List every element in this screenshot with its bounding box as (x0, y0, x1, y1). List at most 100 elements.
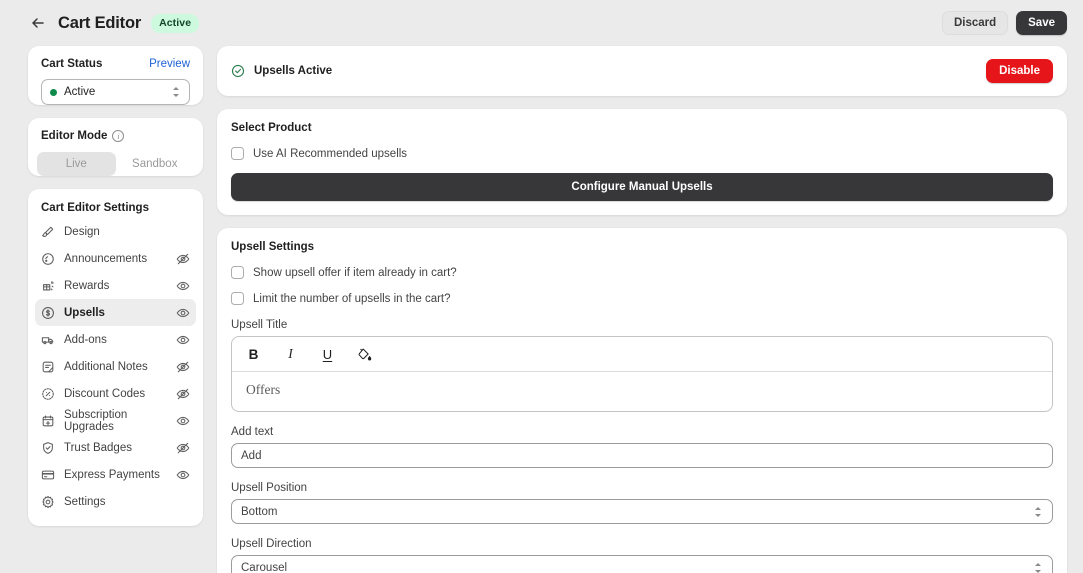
info-icon[interactable]: i (112, 130, 125, 142)
eye-off-icon[interactable] (176, 252, 190, 266)
top-bar-actions: Discard Save (941, 11, 1067, 35)
fill-color-icon[interactable] (357, 346, 372, 362)
show-upsell-offer-label: Show upsell offer if item already in car… (253, 266, 457, 279)
brush-icon (41, 225, 55, 239)
upsells-status-title: Upsells Active (254, 65, 333, 77)
sidebar-item-express-payments[interactable]: Express Payments (35, 461, 196, 488)
upsell-direction-value: Carousel (241, 561, 288, 573)
settings-nav-card: Cart Editor Settings Design Announcements… (28, 189, 203, 526)
limit-upsells-checkbox[interactable] (231, 292, 244, 305)
bold-icon[interactable]: B (246, 346, 261, 362)
sidebar-item-label: Announcements (64, 252, 148, 265)
eye-icon[interactable] (176, 333, 190, 347)
sidebar-item-label: Add-ons (64, 333, 107, 346)
note-icon (41, 360, 55, 374)
rich-text-toolbar: B I U (232, 337, 1052, 372)
save-button[interactable]: Save (1016, 11, 1067, 35)
sidebar-item-settings[interactable]: Settings (35, 488, 196, 515)
cart-status-header: Cart Status Preview (28, 46, 203, 70)
sidebar-item-announcements[interactable]: Announcements (35, 245, 196, 272)
top-bar: Cart Editor Active Discard Save (0, 0, 1083, 46)
sidebar-item-label: Trust Badges (64, 441, 132, 454)
upsell-title-input[interactable]: Offers (232, 372, 1052, 411)
limit-upsells-checkbox-row[interactable]: Limit the number of upsells in the cart? (231, 292, 1053, 305)
editor-mode-header: Editor Mode i (28, 118, 203, 142)
sidebar-item-trust-badges[interactable]: Trust Badges (35, 434, 196, 461)
sidebar-item-label: Rewards (64, 279, 110, 292)
sidebar-item-upsells[interactable]: Upsells (35, 299, 196, 326)
add-text-label: Add text (231, 426, 274, 438)
eye-icon[interactable] (176, 306, 190, 320)
arrow-left-icon[interactable] (28, 13, 48, 33)
upsell-position-select[interactable]: Bottom (231, 499, 1053, 524)
upsell-title-editor: B I U Offers (231, 336, 1053, 412)
content-area: Upsells Active Disable Select Product Us… (217, 46, 1067, 573)
upsell-title-label: Upsell Title (231, 319, 288, 331)
credit-card-icon (41, 468, 55, 482)
sidebar-item-label: Upsells (64, 306, 105, 319)
limit-upsells-label: Limit the number of upsells in the cart? (253, 292, 451, 305)
underline-icon[interactable]: U (320, 346, 335, 362)
sidebar-item-subscription-upgrades[interactable]: Subscription Upgrades (35, 407, 196, 434)
calendar-icon (41, 414, 55, 428)
chevron-updown-icon (172, 85, 181, 99)
cart-status-select[interactable]: Active (41, 79, 190, 105)
sidebar-item-add-ons[interactable]: Add-ons (35, 326, 196, 353)
eye-off-icon[interactable] (176, 441, 190, 455)
eye-off-icon[interactable] (176, 360, 190, 374)
eye-off-icon[interactable] (176, 387, 190, 401)
chevron-updown-icon (1034, 561, 1043, 573)
sidebar-item-label: Settings (64, 495, 106, 508)
sidebar-item-discount-codes[interactable]: Discount Codes (35, 380, 196, 407)
cart-status-value: Active (64, 86, 96, 98)
configure-manual-upsells-button[interactable]: Configure Manual Upsells (231, 173, 1053, 201)
upsell-position-label: Upsell Position (231, 482, 308, 494)
upsell-direction-label: Upsell Direction (231, 538, 312, 550)
discard-button[interactable]: Discard (941, 11, 1009, 35)
sidebar-item-label: Design (64, 225, 100, 238)
add-text-input[interactable] (231, 443, 1053, 468)
page-title: Cart Editor (58, 13, 142, 32)
italic-icon[interactable]: I (283, 346, 298, 362)
upsells-status-row: Upsells Active Disable (217, 46, 1067, 96)
sidebar-item-label: Additional Notes (64, 360, 148, 373)
editor-mode-sandbox[interactable]: Sandbox (116, 152, 195, 176)
preview-link[interactable]: Preview (149, 58, 190, 70)
settings-nav-list: Design Announcements Rewards Upsells Add-ons… (28, 218, 203, 526)
select-product-title: Select Product (231, 122, 312, 134)
editor-mode-card: Editor Mode i Live Sandbox (28, 118, 203, 176)
eye-icon[interactable] (176, 279, 190, 293)
sidebar-item-rewards[interactable]: Rewards (35, 272, 196, 299)
gear-icon (41, 495, 55, 509)
upsell-settings-body: Upsell Settings Show upsell offer if ite… (217, 228, 1067, 573)
upsell-direction-select[interactable]: Carousel (231, 555, 1053, 573)
upsell-settings-title: Upsell Settings (231, 241, 315, 253)
sidebar-item-label: Discount Codes (64, 387, 146, 400)
editor-mode-live[interactable]: Live (37, 152, 116, 176)
eye-icon[interactable] (176, 414, 190, 428)
show-upsell-offer-checkbox-row[interactable]: Show upsell offer if item already in car… (231, 266, 1053, 279)
truck-icon (41, 333, 55, 347)
editor-mode-toggle: Live Sandbox (37, 152, 194, 176)
discount-icon (41, 387, 55, 401)
ai-recommended-checkbox-row[interactable]: Use AI Recommended upsells (231, 147, 1053, 160)
upsells-status-panel: Upsells Active Disable (217, 46, 1067, 96)
cart-editor-page: Cart Editor Active Discard Save Cart Sta… (0, 0, 1083, 573)
gift-icon (41, 279, 55, 293)
select-product-body: Select Product Use AI Recommended upsell… (217, 109, 1067, 215)
select-product-panel: Select Product Use AI Recommended upsell… (217, 109, 1067, 215)
status-badge: Active (151, 13, 200, 33)
eye-icon[interactable] (176, 468, 190, 482)
show-upsell-offer-checkbox[interactable] (231, 266, 244, 279)
disable-button[interactable]: Disable (986, 59, 1053, 83)
sidebar-item-additional-notes[interactable]: Additional Notes (35, 353, 196, 380)
megaphone-icon (41, 252, 55, 266)
upsell-position-value: Bottom (241, 505, 278, 518)
sidebar-item-label: Express Payments (64, 468, 160, 481)
cart-status-card: Cart Status Preview Active (28, 46, 203, 105)
ai-recommended-label: Use AI Recommended upsells (253, 147, 408, 160)
sidebar: Cart Status Preview Active Editor Mode i… (28, 46, 203, 573)
ai-recommended-checkbox[interactable] (231, 147, 244, 160)
sidebar-item-design[interactable]: Design (35, 218, 196, 245)
shield-check-icon (41, 441, 55, 455)
